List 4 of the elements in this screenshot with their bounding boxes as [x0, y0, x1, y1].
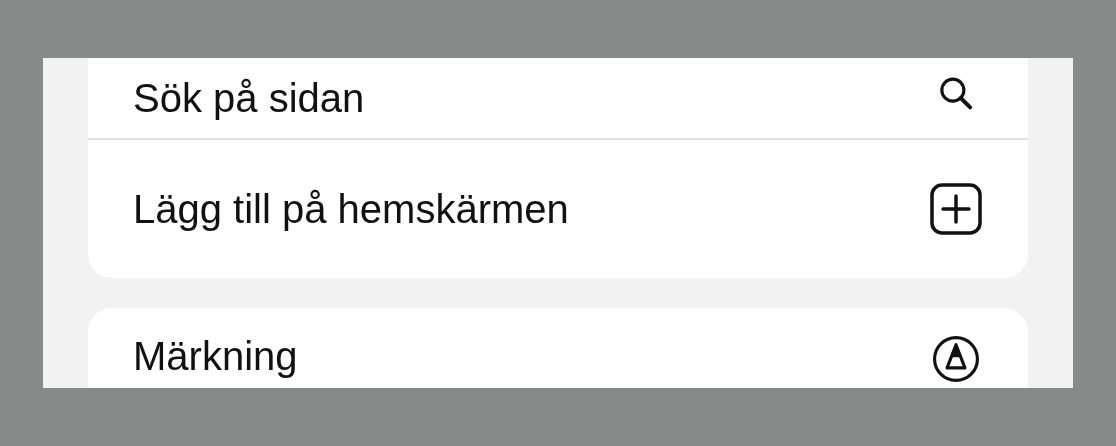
menu-item[interactable]: Lägg till på hemskärmen	[88, 140, 1028, 278]
add-square-icon	[928, 181, 984, 237]
menu-item[interactable]: Märkning	[88, 308, 1028, 388]
menu-item[interactable]: Sök på sidan	[88, 58, 1028, 140]
